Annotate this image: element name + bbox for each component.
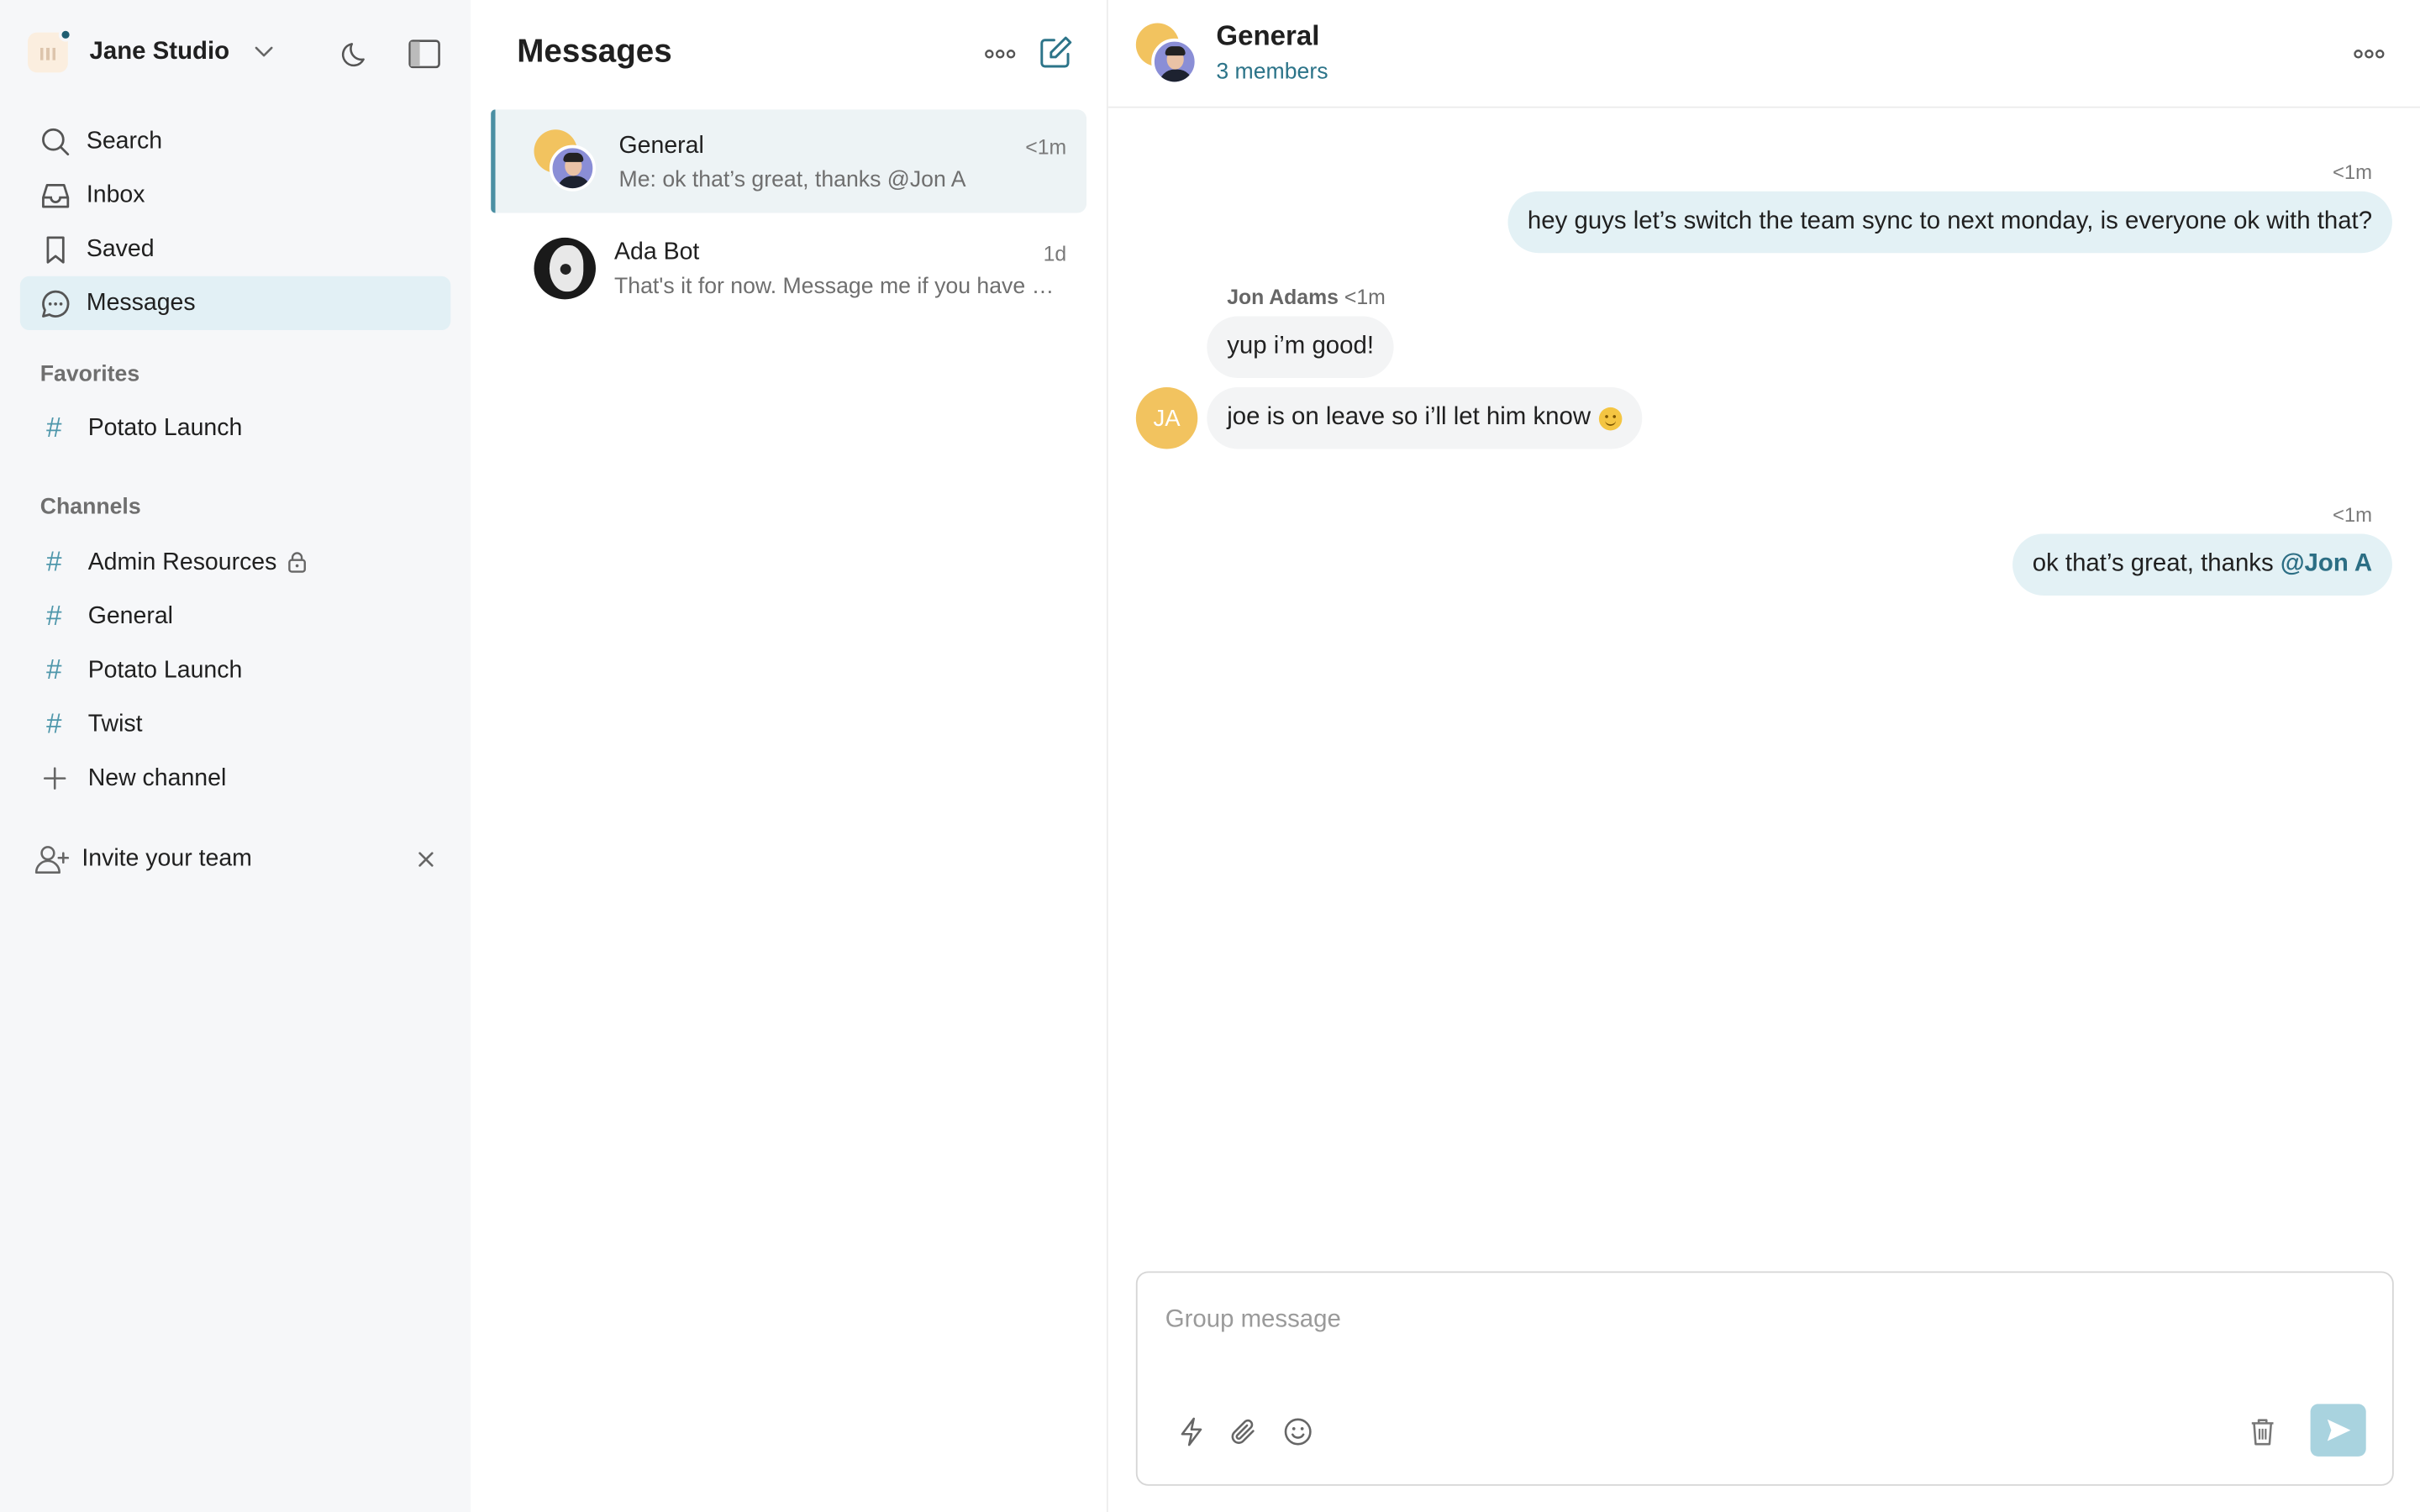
channels-list: # Admin Resources # General # Potato Lau… bbox=[20, 535, 450, 805]
message-sender: Jon Adams <1m bbox=[1227, 286, 1386, 309]
channel-label: Potato Launch bbox=[87, 414, 243, 441]
message-bubble: ok that’s great, thanks @Jon A bbox=[2012, 533, 2392, 596]
message-text: ok that’s great, thanks bbox=[2032, 550, 2281, 577]
plus-icon bbox=[40, 767, 68, 790]
message-time: <1m bbox=[2332, 160, 2373, 184]
search-icon bbox=[39, 124, 72, 158]
chat-title: General bbox=[1216, 19, 1320, 51]
message-bubble: yup i’m good! bbox=[1207, 316, 1394, 378]
invite-team-button[interactable]: Invite your team bbox=[34, 837, 445, 880]
app-window: Jane Studio Search Inbox Saved Messages … bbox=[0, 0, 2420, 1512]
message-bubble: joe is on leave so i’ll let him know bbox=[1207, 387, 1642, 449]
channel-potato-launch[interactable]: # Potato Launch bbox=[20, 643, 450, 697]
channel-twist[interactable]: # Twist bbox=[20, 697, 450, 751]
message-composer[interactable]: Group message bbox=[1135, 1271, 2394, 1486]
nav-item-label: Messages bbox=[86, 289, 196, 316]
trash-icon[interactable] bbox=[2245, 1415, 2279, 1448]
nav-item-saved[interactable]: Saved bbox=[20, 222, 450, 276]
sidebar-panel-icon bbox=[408, 39, 440, 69]
inbox-icon bbox=[39, 178, 72, 212]
send-button[interactable] bbox=[2310, 1404, 2366, 1457]
conversation-name: Ada Bot bbox=[614, 239, 700, 265]
toggle-sidebar-button[interactable] bbox=[404, 34, 445, 74]
hash-icon: # bbox=[46, 412, 62, 444]
message-text: joe is on leave so i’ll let him know bbox=[1227, 404, 1591, 431]
message-bubble: hey guys let’s switch the team sync to n… bbox=[1507, 191, 2392, 254]
nav-item-messages[interactable]: Messages bbox=[19, 276, 451, 331]
user-mention[interactable]: @Jon A bbox=[2281, 551, 2372, 579]
group-avatar bbox=[1135, 23, 1198, 86]
close-icon[interactable] bbox=[413, 847, 438, 871]
lightning-icon[interactable] bbox=[1175, 1415, 1208, 1448]
favorites-heading[interactable]: Favorites bbox=[40, 363, 139, 387]
send-icon bbox=[2327, 1419, 2351, 1441]
workspace-logo bbox=[28, 28, 73, 73]
conversation-list: Messages General <1m Me: ok that’s great… bbox=[471, 0, 1108, 1512]
hash-icon: # bbox=[46, 654, 62, 685]
favorite-channel-potato-launch[interactable]: # Potato Launch bbox=[20, 402, 450, 455]
page-title: Messages bbox=[517, 34, 672, 70]
workspace-switcher[interactable]: Jane Studio bbox=[28, 28, 273, 77]
more-options-icon[interactable] bbox=[983, 37, 1017, 71]
compose-icon[interactable] bbox=[1037, 34, 1074, 71]
workspace-name: Jane Studio bbox=[89, 38, 230, 66]
hash-icon: # bbox=[46, 708, 62, 739]
conversation-time: <1m bbox=[1025, 135, 1067, 160]
more-options-icon[interactable] bbox=[2352, 37, 2386, 71]
channel-label: Twist bbox=[87, 710, 143, 738]
conversation-ada-bot[interactable]: Ada Bot 1d That's it for now. Message me… bbox=[491, 216, 1086, 319]
chat-pane: General 3 members <1m hey guys let’s swi… bbox=[1107, 0, 2420, 1512]
sidebar: Jane Studio Search Inbox Saved Messages … bbox=[0, 0, 471, 1512]
nav-item-search[interactable]: Search bbox=[20, 114, 450, 168]
message-time: <1m bbox=[2332, 502, 2373, 527]
new-channel-button[interactable]: New channel bbox=[20, 751, 450, 805]
channel-label: General bbox=[87, 602, 174, 629]
nav-item-label: Inbox bbox=[86, 181, 145, 208]
message-time: <1m bbox=[1344, 285, 1386, 309]
invite-label: Invite your team bbox=[82, 845, 252, 872]
dark-mode-toggle[interactable] bbox=[336, 34, 376, 74]
avatar[interactable]: JA bbox=[1135, 387, 1198, 449]
bot-avatar bbox=[534, 237, 596, 300]
add-user-icon bbox=[34, 844, 71, 875]
channels-heading[interactable]: Channels bbox=[40, 496, 141, 520]
emoji-icon[interactable] bbox=[1281, 1415, 1314, 1448]
chat-icon bbox=[39, 286, 72, 320]
hash-icon: # bbox=[46, 600, 62, 632]
moon-icon bbox=[341, 43, 365, 67]
paperclip-icon[interactable] bbox=[1227, 1415, 1260, 1448]
channel-label: Admin Resources bbox=[87, 548, 277, 575]
sender-name: Jon Adams bbox=[1227, 285, 1339, 309]
conversation-name: General bbox=[618, 132, 704, 160]
online-status-dot bbox=[58, 28, 73, 42]
members-link[interactable]: 3 members bbox=[1216, 60, 1328, 85]
channel-label: Potato Launch bbox=[87, 656, 243, 683]
chevron-down-icon bbox=[255, 46, 273, 57]
nav-item-label: Search bbox=[86, 127, 163, 154]
smiling-face-emoji-icon bbox=[1598, 406, 1622, 430]
chat-header: General 3 members bbox=[1107, 0, 2420, 108]
lock-icon bbox=[287, 551, 308, 575]
favorites-list: # Potato Launch bbox=[20, 402, 450, 455]
hash-icon: # bbox=[46, 546, 62, 577]
main-nav: Search Inbox Saved Messages bbox=[19, 114, 451, 331]
nav-item-label: Saved bbox=[86, 235, 155, 262]
nav-item-inbox[interactable]: Inbox bbox=[20, 168, 450, 222]
conversation-general[interactable]: General <1m Me: ok that’s great, thanks … bbox=[491, 109, 1087, 213]
message-input[interactable]: Group message bbox=[1165, 1307, 1341, 1335]
bookmark-icon bbox=[39, 232, 72, 265]
group-avatar bbox=[534, 129, 596, 192]
channel-general[interactable]: # General bbox=[20, 590, 450, 643]
conversation-preview: Me: ok that’s great, thanks @Jon A bbox=[618, 168, 966, 193]
channel-admin-resources[interactable]: # Admin Resources bbox=[20, 535, 450, 589]
conversation-time: 1d bbox=[1043, 242, 1067, 265]
conversation-preview: That's it for now. Message me if you hav… bbox=[614, 274, 1065, 300]
new-channel-label: New channel bbox=[87, 764, 227, 791]
